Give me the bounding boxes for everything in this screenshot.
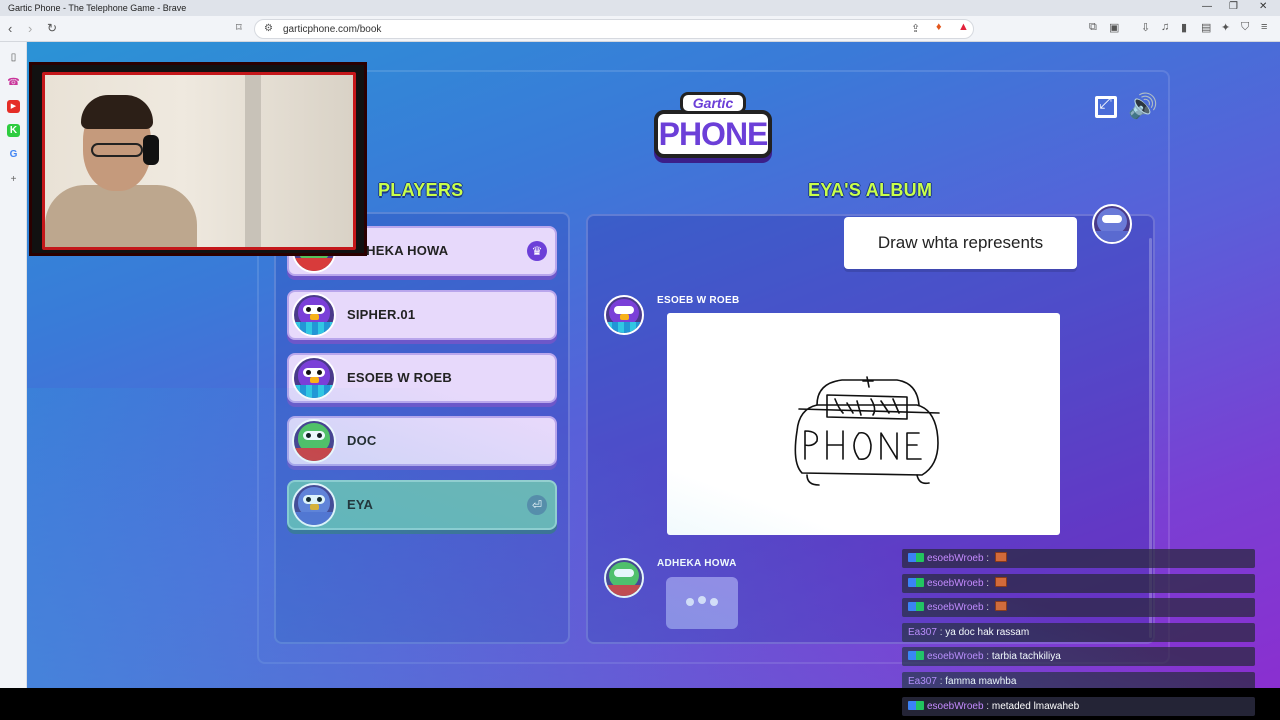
chat-message: esoebWroeb : — [902, 549, 1255, 568]
share-icon[interactable]: ⇪ — [911, 22, 920, 35]
streamer-body — [45, 185, 197, 247]
player-avatar — [292, 483, 336, 527]
prompt-bubble: Draw whta represents — [844, 217, 1077, 269]
chat-badge-icon — [908, 701, 924, 710]
typing-indicator — [666, 577, 738, 629]
emote-icon — [994, 577, 1007, 587]
download-icon[interactable]: ⇩ — [1141, 21, 1150, 34]
wallet-icon[interactable]: ▤ — [1201, 21, 1211, 34]
phone-drawing — [794, 376, 940, 486]
leo-icon[interactable]: ✦ — [1221, 21, 1230, 34]
address-bar[interactable]: ⚙ garticphone.com/book — [254, 19, 974, 39]
chat-badge-icon — [908, 553, 924, 562]
capture-icon[interactable]: ▣ — [1109, 21, 1119, 34]
player-name: DOC — [347, 433, 377, 448]
minimize-icon[interactable]: — — [1202, 1, 1212, 12]
gartic-phone-logo: PHONE Gartic — [654, 90, 772, 162]
close-window-icon[interactable]: ✕ — [1259, 1, 1267, 12]
sidebar-panel-icon[interactable]: ▯ — [7, 51, 20, 64]
brave-shields-icon[interactable]: ♦ — [936, 21, 942, 33]
kick-icon[interactable]: K — [7, 124, 20, 137]
player-card: SIPHER.01 — [287, 290, 557, 340]
exit-icon[interactable]: ⏎ — [527, 495, 547, 515]
url-text: garticphone.com/book — [283, 24, 382, 35]
vpn-icon[interactable]: ⛉ — [1241, 21, 1249, 34]
forward-icon[interactable]: › — [28, 21, 32, 36]
browser-sidebar: ▯ ☎ ▶ K G + — [0, 42, 27, 688]
back-icon[interactable]: ‹ — [8, 21, 12, 36]
player-avatar — [292, 356, 336, 400]
chat-message: Ea307 : ya doc hak rassam — [902, 623, 1255, 642]
extensions-icon[interactable]: ⧉ — [1089, 21, 1097, 34]
drawing-canvas — [667, 313, 1060, 535]
chat-message: esoebWroeb : tarbia tachkiliya — [902, 647, 1255, 666]
player-card: ESOEB W ROEB — [287, 353, 557, 403]
player-card-active: EYA ⏎ — [287, 480, 557, 530]
chat-message: esoebWroeb : — [902, 598, 1255, 617]
emote-icon — [994, 601, 1007, 611]
chat-badge-icon — [908, 602, 924, 611]
youtube-icon[interactable]: ▶ — [7, 100, 20, 113]
sidebar-toggle-icon[interactable]: ▮ — [1181, 21, 1187, 34]
emote-icon — [994, 552, 1007, 562]
fullscreen-icon[interactable] — [1095, 95, 1117, 118]
music-icon[interactable]: ♫ — [1161, 21, 1169, 33]
window-titlebar: Gartic Phone - The Telephone Game - Brav… — [0, 0, 1280, 16]
google-icon[interactable]: G — [7, 148, 20, 161]
player-card: DOC — [287, 416, 557, 466]
webcam-overlay — [29, 62, 367, 256]
brave-rewards-icon[interactable]: ▲ — [958, 21, 969, 33]
player-name: ESOEB W ROEB — [347, 370, 452, 385]
bottom-bar: esoebWroeb : metaded lmawaheb — [0, 688, 1280, 720]
chat-badge-icon — [908, 578, 924, 587]
logo-gartic-text: Gartic — [680, 92, 746, 114]
site-info-icon[interactable]: ⚙ — [264, 23, 273, 34]
player-name: EYA — [347, 497, 374, 512]
menu-icon[interactable]: ≡ — [1261, 21, 1267, 33]
album-heading: EYA'S ALBUM — [808, 180, 933, 200]
player-name: SIPHER.01 — [347, 307, 416, 322]
entry-author: ESOEB W ROEB — [657, 295, 740, 306]
browser-toolbar: ‹ › ↻ ⌑ ⚙ garticphone.com/book ⇪ — [0, 16, 1280, 42]
sound-icon[interactable]: 🔊 — [1128, 93, 1158, 121]
add-sidebar-icon[interactable]: + — [7, 173, 20, 186]
author-avatar — [604, 295, 644, 335]
author-avatar — [604, 558, 644, 598]
window-title: Gartic Phone - The Telephone Game - Brav… — [8, 3, 187, 13]
player-avatar — [292, 293, 336, 337]
chat-message: Ea307 : famma mawhba — [902, 672, 1255, 688]
logo-phone-text: PHONE — [654, 110, 772, 158]
bookmark-icon[interactable]: ⌑ — [236, 21, 242, 34]
chat-badge-icon — [908, 651, 924, 660]
reload-icon[interactable]: ↻ — [47, 21, 57, 35]
album-owner-avatar — [1092, 204, 1132, 244]
chat-message: esoebWroeb : — [902, 574, 1255, 593]
entry-author: ADHEKA HOWA — [657, 558, 737, 569]
headset-shape — [143, 135, 159, 165]
players-heading: PLAYERS — [378, 180, 464, 200]
player-avatar — [292, 419, 336, 463]
chat-message: esoebWroeb : metaded lmawaheb — [902, 697, 1255, 716]
sidebar-app-icon[interactable]: ☎ — [7, 76, 20, 89]
webcam-feed — [42, 72, 356, 250]
crown-icon: ♛ — [527, 241, 547, 261]
restore-icon[interactable]: ❐ — [1229, 1, 1238, 12]
glasses-shape — [91, 143, 143, 157]
